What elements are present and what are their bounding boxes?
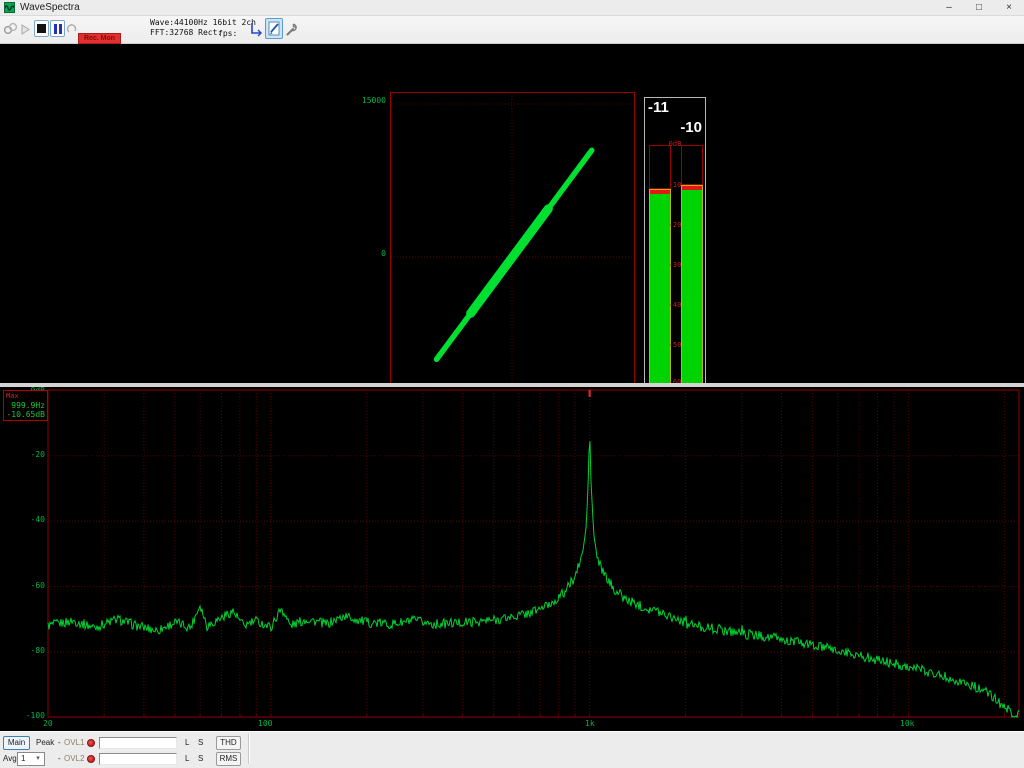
spectrum-plot (47, 389, 1020, 719)
main-view-button[interactable]: Main (3, 736, 30, 750)
l-button-2[interactable]: L (185, 752, 189, 766)
settings-button[interactable] (284, 19, 300, 39)
fps-label: fps: (218, 29, 238, 38)
avg-select[interactable]: 1 ▾ (17, 752, 45, 766)
stop-icon (37, 24, 46, 33)
pause-button[interactable] (50, 20, 65, 37)
lissajous-trace (433, 147, 595, 363)
level-meter-panel: -11 -10 0dB -10 -20 -30 -40 -50 -60 L R (644, 97, 706, 399)
spec-xtick-10k: 10k (900, 719, 915, 728)
meter-scale-0db: 0dB (668, 140, 682, 148)
record-button[interactable] (65, 21, 78, 37)
peak-hold-button[interactable]: Peak (36, 736, 54, 750)
spectrum-trace (47, 441, 1020, 719)
lissajous-panel: 15000 0 -15000 -11 -10 0dB -10 -20 -30 -… (0, 44, 1024, 422)
play-icon (21, 23, 30, 35)
ovl1-indicator (87, 739, 95, 747)
toolbar: Rec. Mon Wave:44100Hz 16bit 2ch FFT:3276… (0, 16, 1024, 57)
play-button[interactable] (18, 21, 32, 37)
minimize-button[interactable]: – (934, 0, 964, 16)
spec-ytick-80: -80 (30, 646, 45, 655)
meter-scale-20: -20 (668, 221, 682, 229)
max-title: Max (6, 392, 19, 400)
meter-bar-left (649, 189, 671, 385)
level-axis-icon (251, 22, 262, 36)
config-pencil-icon (268, 21, 279, 36)
spec-ytick-100: -100 (25, 711, 45, 720)
s-button-1[interactable]: S (198, 736, 203, 750)
ovl1-label: OVL1 (64, 738, 85, 747)
ovl2-indicator (87, 755, 95, 763)
peak-right-value: -10 (680, 119, 702, 136)
avg-value: 1 (21, 754, 26, 763)
rec-monitor-badge: Rec. Mon (78, 33, 121, 44)
record-loop-icon (66, 24, 76, 33)
channel2-file-input[interactable] (99, 753, 177, 765)
spec-ytick-20: -20 (30, 450, 45, 459)
max-peak-info-box: Max 999.9Hz -10.65dB (3, 390, 48, 421)
spec-xtick-20: 20 (43, 719, 53, 728)
ovl2-label: OVL2 (64, 754, 85, 763)
meter-scale-40: -40 (668, 301, 682, 309)
s-button-2[interactable]: S (198, 752, 203, 766)
rms-button[interactable]: RMS (216, 752, 241, 766)
dash-label-1: - (58, 738, 61, 747)
meter-scale-30: -30 (668, 261, 682, 269)
spec-xtick-1k: 1k (585, 719, 595, 728)
spec-ytick-60: -60 (30, 581, 45, 590)
wrench-icon (286, 23, 297, 35)
lissajous-plot (390, 92, 635, 422)
peak-left-value: -11 (648, 99, 669, 116)
meter-left-peak-cap (650, 190, 670, 194)
liss-tick-mid: 0 (381, 249, 386, 258)
title-bar: WaveSpectra – □ × (0, 0, 1024, 16)
meter-bar-right (681, 185, 703, 385)
pause-icon (53, 23, 62, 34)
fft-settings-text: FFT:32768 Rect. (150, 28, 223, 37)
stop-button[interactable] (34, 20, 49, 37)
meter-right-unlit-zone (681, 145, 703, 185)
spectrum-panel: 0dB -20 -40 -60 -80 -100 20 100 1k 10k M… (0, 386, 1024, 731)
chevron-down-icon: ▾ (36, 755, 40, 762)
spec-xtick-100: 100 (258, 719, 273, 728)
wavespectra-logo-icon (4, 2, 15, 13)
status-bar: Main Peak - OVL1 L S THD Avg: 1 ▾ - OVL2… (0, 731, 1024, 768)
window-title: WaveSpectra (20, 2, 80, 13)
close-button[interactable]: × (994, 0, 1024, 16)
channel1-file-input[interactable] (99, 737, 177, 749)
l-button-1[interactable]: L (185, 736, 189, 750)
wave-format-text: Wave:44100Hz 16bit 2ch (150, 18, 256, 27)
max-frequency-value: 999.9Hz (11, 401, 45, 410)
statusbar-separator (248, 734, 250, 764)
dash-label-2: - (58, 754, 61, 763)
thd-button[interactable]: THD (216, 736, 241, 750)
meter-scale-10: -10 (668, 181, 682, 189)
peak-readout: -11 -10 (645, 98, 705, 142)
open-device-icon (3, 22, 17, 35)
config-button[interactable] (265, 18, 283, 39)
meter-scale-50: -50 (668, 341, 682, 349)
max-level-value: -10.65dB (6, 410, 45, 419)
spec-ytick-40: -40 (30, 515, 45, 524)
level-axis-button[interactable] (248, 19, 264, 39)
maximize-button[interactable]: □ (964, 0, 994, 16)
liss-tick-top: 15000 (361, 96, 386, 105)
open-device-button[interactable] (2, 19, 18, 39)
